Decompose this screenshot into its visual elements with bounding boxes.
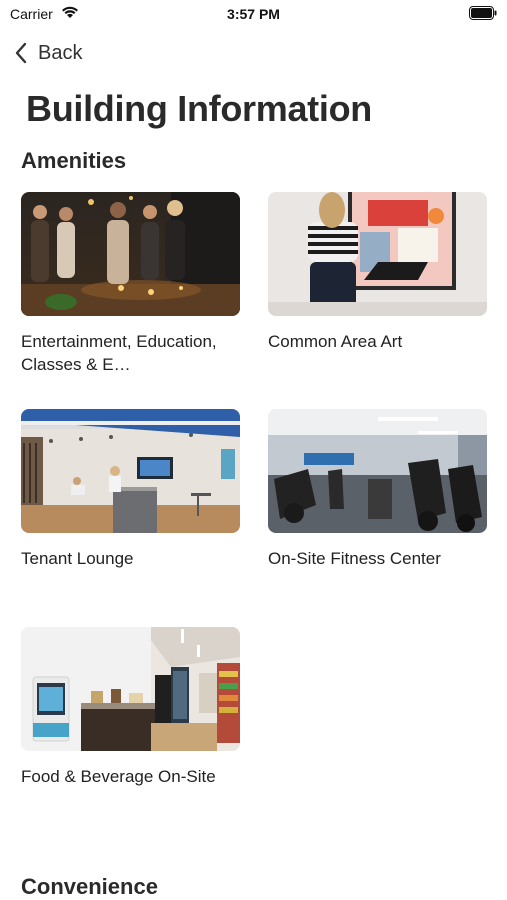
amenity-card-tenant-lounge[interactable]: Tenant Lounge xyxy=(21,409,240,570)
section-heading-amenities: Amenities xyxy=(21,148,127,173)
amenity-card-food-beverage[interactable]: Food & Beverage On-Site xyxy=(21,627,240,788)
amenity-card-art[interactable]: Common Area Art xyxy=(268,192,487,353)
amenity-card-fitness-center[interactable]: On-Site Fitness Center xyxy=(268,409,487,570)
clock: 3:57 PM xyxy=(227,6,280,22)
lounge-room-photo xyxy=(21,409,240,533)
back-button[interactable]: Back xyxy=(14,40,82,66)
people-socializing-photo xyxy=(21,192,240,316)
market-kiosk-photo xyxy=(21,627,240,751)
page-title: Building Information xyxy=(26,88,372,129)
amenity-card-label: Entertainment, Education, Classes & E… xyxy=(21,332,217,374)
section-heading-convenience: Convenience xyxy=(21,874,158,899)
battery-icon xyxy=(469,6,497,20)
status-bar: Carrier 3:57 PM xyxy=(0,0,507,28)
amenity-card-entertainment[interactable]: Entertainment, Education, Classes & E… xyxy=(21,192,240,376)
back-label: Back xyxy=(38,41,83,64)
amenity-card-label: Food & Beverage On-Site xyxy=(21,767,216,786)
amenity-card-label: Common Area Art xyxy=(268,332,403,351)
gym-equipment-photo xyxy=(268,409,487,533)
amenity-card-label: Tenant Lounge xyxy=(21,549,134,568)
chevron-left-icon xyxy=(15,42,27,64)
amenity-card-label: On-Site Fitness Center xyxy=(268,549,441,568)
woman-viewing-painting-photo xyxy=(268,192,487,316)
